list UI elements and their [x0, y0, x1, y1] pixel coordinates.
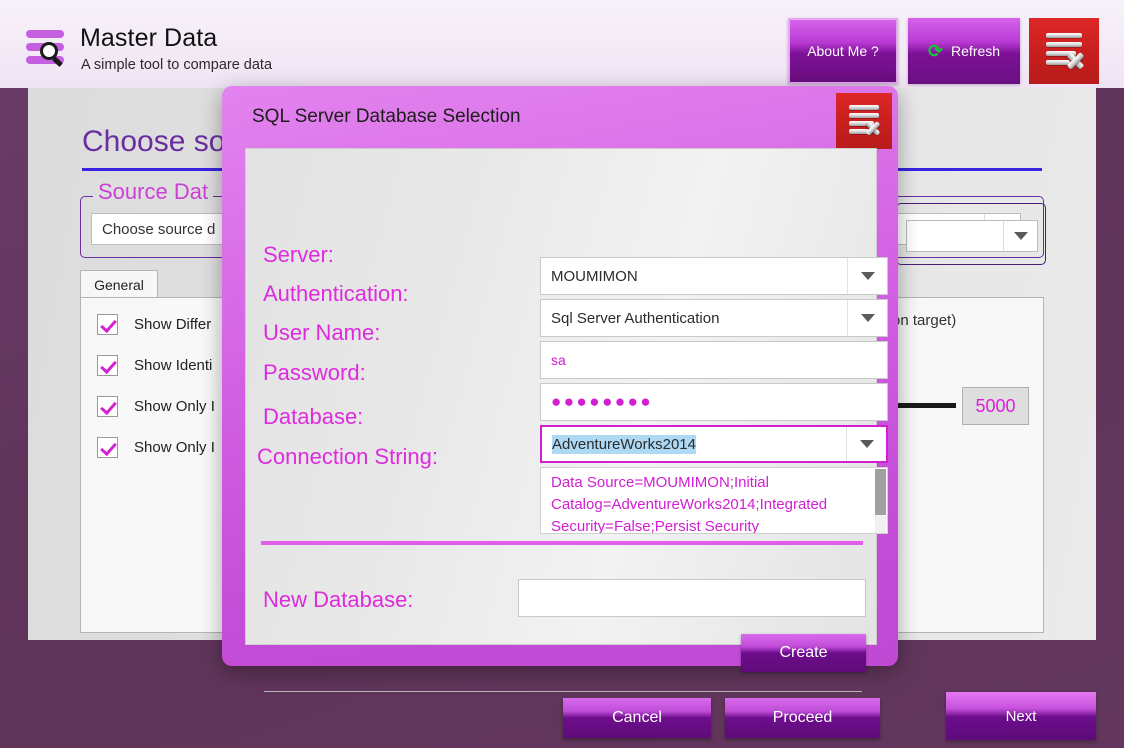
proceed-label: Proceed	[772, 709, 833, 726]
checkbox-label: Show Differ	[134, 316, 212, 333]
list-delete-icon	[1044, 32, 1085, 70]
circular-refresh-icon: ⟳	[927, 41, 944, 61]
cancel-button[interactable]: Cancel	[563, 698, 711, 738]
app-subtitle: A simple tool to compare data	[81, 57, 273, 73]
chevron-down-icon[interactable]	[846, 427, 886, 461]
checkbox-label: Show Only I	[134, 439, 215, 456]
target-database-select[interactable]	[906, 220, 1038, 252]
batch-size-value[interactable]: 5000	[962, 387, 1029, 425]
checkbox-show-identical[interactable]	[97, 355, 118, 376]
database-value: AdventureWorks2014	[552, 434, 696, 454]
close-application-button[interactable]	[1029, 18, 1099, 84]
authentication-value: Sql Server Authentication	[551, 309, 720, 327]
chevron-down-icon[interactable]	[847, 258, 887, 294]
password-label: Password:	[263, 360, 366, 385]
connection-string-textbox[interactable]: Data Source=MOUMIMON;Initial Catalog=Adv…	[540, 467, 888, 534]
user-name-value: sa	[551, 352, 566, 368]
new-database-label: New Database:	[263, 587, 414, 612]
user-name-input[interactable]: sa	[540, 341, 888, 379]
checkbox-label: Show Only I	[134, 398, 215, 415]
proceed-button[interactable]: Proceed	[725, 698, 880, 738]
refresh-label: Refresh	[951, 43, 1001, 59]
checkbox-row[interactable]: Show Only I	[97, 437, 215, 458]
chevron-down-icon[interactable]	[847, 300, 887, 336]
password-input[interactable]: ●●●●●●●●	[540, 383, 888, 421]
create-label: Create	[779, 644, 828, 661]
batch-size-slider[interactable]	[896, 403, 956, 408]
tab-general-label: General	[94, 276, 144, 293]
target-note-text: on target)	[892, 312, 957, 329]
connection-string-value: Data Source=MOUMIMON;Initial Catalog=Adv…	[551, 474, 828, 534]
database-label: Database:	[263, 404, 364, 429]
authentication-label: Authentication:	[263, 281, 409, 306]
application-window: Master Data A simple tool to compare dat…	[0, 0, 1124, 748]
close-dialog-button[interactable]	[836, 93, 892, 149]
server-label: Server:	[263, 242, 334, 267]
page-title: Choose so	[82, 125, 226, 158]
server-select[interactable]: MOUMIMON	[540, 257, 888, 295]
connection-string-scrollbar[interactable]	[875, 469, 886, 533]
next-button[interactable]: Next	[946, 692, 1096, 740]
next-label: Next	[1005, 707, 1037, 725]
section-divider	[261, 541, 863, 545]
authentication-select[interactable]: Sql Server Authentication	[540, 299, 888, 337]
target-database-groupbox	[896, 203, 1046, 265]
app-title: Master Data	[80, 24, 218, 52]
tab-general[interactable]: General	[80, 270, 158, 298]
sql-server-database-selection-dialog: SQL Server Database Selection Server: Au…	[222, 86, 898, 738]
server-value: MOUMIMON	[551, 267, 638, 285]
cancel-label: Cancel	[612, 709, 662, 726]
list-delete-icon	[847, 105, 881, 137]
dialog-title: SQL Server Database Selection	[252, 106, 521, 127]
footer-divider	[264, 691, 862, 692]
user-name-label: User Name:	[263, 320, 381, 345]
about-me-button[interactable]: About Me ?	[788, 18, 898, 84]
database-value-wrap: AdventureWorks2014	[542, 434, 846, 454]
checkbox-show-only-in-target[interactable]	[97, 437, 118, 458]
data-list-search-icon	[26, 28, 70, 72]
create-database-button[interactable]: Create	[741, 634, 866, 672]
checkbox-show-differences[interactable]	[97, 314, 118, 335]
about-me-label: About Me ?	[807, 43, 879, 59]
app-header: Master Data A simple tool to compare dat…	[0, 0, 1124, 88]
new-database-input[interactable]	[518, 579, 866, 617]
chevron-down-icon[interactable]	[1003, 221, 1037, 251]
checkbox-row[interactable]: Show Differ	[97, 314, 211, 335]
checkbox-row[interactable]: Show Identi	[97, 355, 212, 376]
dialog-body: Server: Authentication: User Name: Passw…	[245, 148, 888, 738]
checkbox-label: Show Identi	[134, 357, 213, 374]
password-value: ●●●●●●●●	[551, 392, 654, 411]
checkbox-show-only-in-source[interactable]	[97, 396, 118, 417]
database-select[interactable]: AdventureWorks2014	[540, 425, 888, 463]
checkbox-row[interactable]: Show Only I	[97, 396, 215, 417]
refresh-button[interactable]: ⟳ Refresh	[908, 18, 1020, 84]
connection-string-label: Connection String:	[257, 444, 438, 469]
source-group-label: Source Dat	[93, 179, 214, 205]
